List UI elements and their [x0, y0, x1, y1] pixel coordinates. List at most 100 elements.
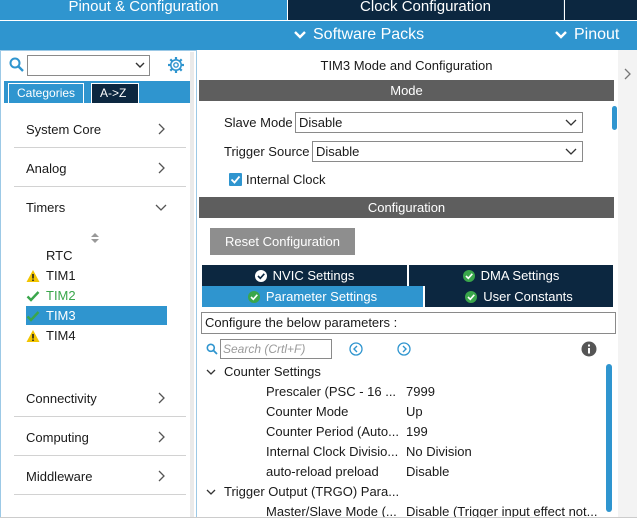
timer-label: TIM3: [46, 308, 76, 323]
param-value[interactable]: Up: [406, 402, 423, 422]
internal-clock-checkbox[interactable]: [229, 173, 242, 186]
category-search-combo[interactable]: [27, 55, 150, 76]
slave-mode-select[interactable]: Disable: [295, 112, 583, 133]
configure-parameters-label: Configure the below parameters :: [201, 312, 616, 334]
category-middleware[interactable]: Middleware: [14, 457, 186, 495]
check-circle-icon: [465, 290, 478, 303]
category-view-bar: Categories A->Z: [4, 81, 194, 103]
gear-icon[interactable]: [167, 56, 185, 74]
tab-parameter-settings[interactable]: Parameter Settings: [202, 286, 423, 307]
category-system-core[interactable]: System Core: [14, 110, 186, 148]
param-value[interactable]: 199: [406, 422, 428, 442]
chevron-down-icon[interactable]: [206, 487, 216, 497]
category-analog[interactable]: Analog: [14, 149, 186, 187]
tab-overflow[interactable]: [564, 0, 637, 20]
tab-pinout-configuration[interactable]: Pinout & Configuration: [0, 0, 287, 20]
timer-item-tim1[interactable]: TIM1: [26, 266, 167, 285]
chevron-right-icon: [158, 392, 165, 404]
warning-icon: [26, 270, 40, 282]
trigger-source-select[interactable]: Disable: [312, 141, 583, 162]
software-packs-label: Software Packs: [313, 26, 425, 43]
timer-label: TIM1: [46, 268, 76, 283]
chevron-right-icon: [158, 470, 165, 482]
tab-label: DMA Settings: [480, 268, 560, 283]
group-counter-settings[interactable]: Counter Settings: [224, 362, 321, 382]
tab-dma-settings[interactable]: DMA Settings: [409, 265, 613, 286]
mode-section-header: Mode: [199, 80, 614, 101]
chevron-right-icon: [158, 123, 165, 135]
param-value[interactable]: No Division: [406, 442, 472, 462]
chevron-down-icon: [155, 204, 167, 211]
parameter-search-input[interactable]: Search (Crtl+F): [220, 339, 332, 359]
top-tab-bar: Pinout & Configuration Clock Configurati…: [0, 0, 637, 20]
param-name[interactable]: Counter Period (Auto...: [266, 422, 399, 442]
param-name[interactable]: Prescaler (PSC - 16 ...: [266, 382, 396, 402]
category-label: System Core: [26, 122, 102, 137]
timer-item-rtc[interactable]: RTC: [26, 246, 167, 265]
pinout-menu-label: Pinout: [574, 26, 620, 43]
search-icon: [206, 343, 218, 355]
configuration-section-header: Configuration: [199, 197, 614, 218]
software-packs-bar: Software Packs Pinout: [0, 20, 637, 50]
reset-configuration-button[interactable]: Reset Configuration: [210, 228, 355, 255]
mode-scroll-thumb[interactable]: [612, 106, 617, 130]
category-label: Computing: [26, 430, 89, 445]
previous-icon[interactable]: [349, 342, 363, 356]
tab-label: NVIC Settings: [272, 268, 355, 283]
slave-mode-value: Disable: [299, 115, 343, 130]
checkmark-icon: [26, 311, 40, 322]
category-connectivity[interactable]: Connectivity: [14, 379, 186, 417]
clipped-row: Master/Slave Mode (... Disable (Trigger …: [199, 502, 604, 517]
chevron-down-icon: [294, 31, 306, 39]
timer-item-tim2[interactable]: TIM2: [26, 286, 167, 305]
trigger-source-value: Disable: [316, 144, 360, 159]
category-timers[interactable]: Timers: [14, 188, 186, 226]
warning-icon: [26, 330, 40, 342]
tab-label: Parameter Settings: [265, 289, 378, 304]
check-circle-icon: [462, 269, 475, 282]
next-icon[interactable]: [397, 342, 411, 356]
status-bar: [0, 517, 637, 529]
sort-icon[interactable]: [90, 232, 100, 244]
param-value[interactable]: 7999: [406, 382, 435, 402]
chevron-right-icon: [158, 162, 165, 174]
tab-clock-configuration[interactable]: Clock Configuration: [287, 0, 563, 20]
tab-label: User Constants: [483, 289, 573, 304]
checkmark-icon: [230, 175, 241, 184]
timer-label: TIM2: [46, 288, 76, 303]
tab-nvic-settings[interactable]: NVIC Settings: [202, 265, 407, 286]
category-label: Timers: [26, 200, 66, 215]
chevron-down-icon: [565, 119, 577, 126]
check-circle-icon: [254, 269, 267, 282]
param-name[interactable]: Counter Mode: [266, 402, 348, 422]
timer-label: TIM4: [46, 328, 76, 343]
param-name[interactable]: Internal Clock Divisio...: [266, 442, 398, 462]
pinout-menu[interactable]: Pinout: [554, 26, 619, 44]
parameter-scroll-thumb[interactable]: [606, 364, 612, 512]
chevron-down-icon[interactable]: [206, 367, 216, 377]
search-icon: [9, 57, 24, 72]
chevron-down-icon: [555, 31, 567, 39]
chevron-down-icon: [565, 148, 577, 155]
group-trigger-output[interactable]: Trigger Output (TRGO) Para...: [224, 482, 399, 502]
info-icon[interactable]: [581, 341, 597, 357]
param-name[interactable]: auto-reload preload: [266, 462, 379, 482]
trigger-source-label: Trigger Source: [224, 144, 310, 159]
chevron-right-icon: [158, 431, 165, 443]
timer-item-tim3-selected[interactable]: TIM3: [26, 306, 167, 325]
timer-item-tim4[interactable]: TIM4: [26, 326, 167, 345]
category-label: Middleware: [26, 469, 93, 484]
param-value[interactable]: Disable: [406, 462, 449, 482]
software-packs-menu[interactable]: Software Packs: [293, 26, 424, 44]
categories-button[interactable]: Categories: [8, 83, 85, 103]
param-value[interactable]: Disable (Trigger input effect not...: [406, 502, 597, 517]
timer-label: RTC: [46, 248, 73, 263]
left-panel-scrollbar[interactable]: [190, 52, 194, 518]
window-scrollbar[interactable]: [618, 50, 637, 520]
checkmark-icon: [26, 291, 40, 302]
category-computing[interactable]: Computing: [14, 418, 186, 456]
category-label: Analog: [26, 161, 67, 176]
tab-user-constants[interactable]: User Constants: [425, 286, 613, 307]
param-name[interactable]: Master/Slave Mode (...: [266, 502, 397, 517]
a-to-z-button[interactable]: A->Z: [91, 83, 139, 103]
